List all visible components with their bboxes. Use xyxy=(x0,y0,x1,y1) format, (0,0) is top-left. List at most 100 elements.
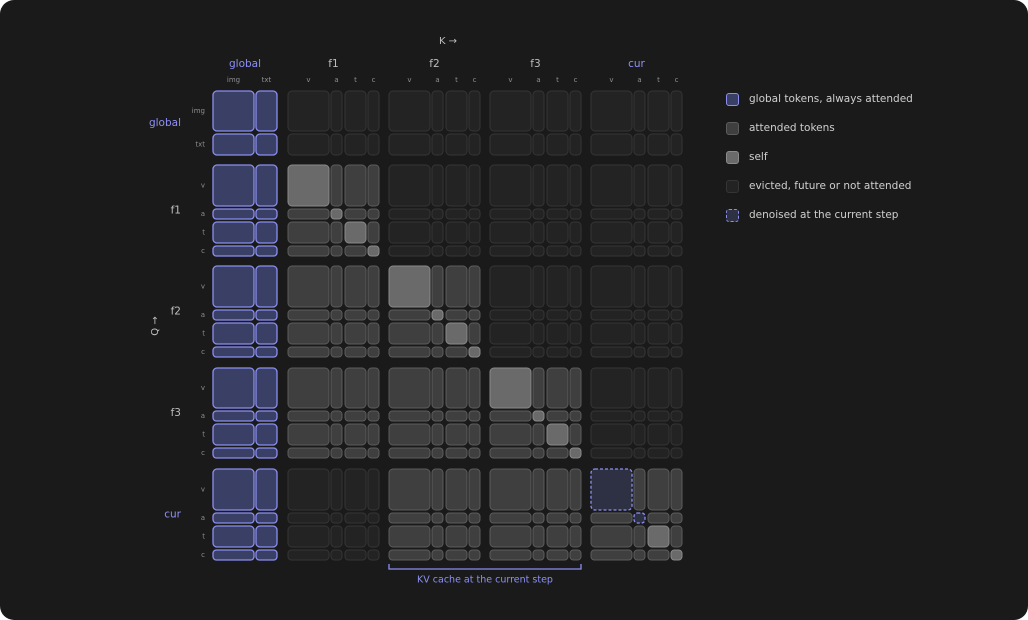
cell-evicted-f2-v-f3-t xyxy=(546,265,569,308)
cell-evicted-cur-t-f1-a xyxy=(330,525,343,548)
row-sub-label-f1-v: v xyxy=(201,182,205,190)
cell-attended-f3-t-f2-c xyxy=(468,423,481,446)
legend-label-attended: attended tokens xyxy=(749,122,835,134)
column-sub-label-f3-a: a xyxy=(536,76,540,84)
cell-evicted-f2-c-cur-v xyxy=(590,346,633,358)
cell-attended-cur-t-f3-t xyxy=(546,525,569,548)
cell-evicted-f1-c-cur-t xyxy=(647,245,670,257)
cell-attended-f3-t-f1-v xyxy=(287,423,330,446)
cell-evicted-f3-t-cur-c xyxy=(670,423,683,446)
cell-attended-cur-c-f2-t xyxy=(445,549,468,561)
cell-attended-f2-a-f1-v xyxy=(287,309,330,321)
cell-global-f3-c-global-txt xyxy=(255,447,278,459)
cell-evicted-global-txt-cur-c xyxy=(670,133,683,156)
cell-self-cur-c-cur-c xyxy=(670,549,683,561)
cell-global-f2-a-global-txt xyxy=(255,309,278,321)
cell-evicted-global-img-f3-c xyxy=(569,90,582,132)
cell-attended-cur-c-f3-a xyxy=(532,549,545,561)
cell-evicted-global-txt-cur-v xyxy=(590,133,633,156)
cell-evicted-f3-a-cur-t xyxy=(647,410,670,422)
cell-evicted-f1-v-f2-c xyxy=(468,164,481,207)
cell-attended-f1-t-f1-v xyxy=(287,221,330,244)
cell-evicted-cur-v-f1-v xyxy=(287,468,330,511)
cell-evicted-global-txt-f3-t xyxy=(546,133,569,156)
cell-evicted-cur-c-f1-v xyxy=(287,549,330,561)
cell-attended-cur-v-f2-c xyxy=(468,468,481,511)
column-group-label-f2: f2 xyxy=(429,58,439,70)
cell-evicted-global-txt-f1-a xyxy=(330,133,343,156)
cell-evicted-f3-t-cur-a xyxy=(633,423,646,446)
legend-item-global: global tokens, always attended xyxy=(726,91,913,107)
cell-evicted-f1-a-f3-t xyxy=(546,208,569,220)
cell-evicted-f1-c-cur-a xyxy=(633,245,646,257)
cell-evicted-f2-a-cur-a xyxy=(633,309,646,321)
cell-attended-f3-c-f3-t xyxy=(546,447,569,459)
cell-evicted-f3-v-cur-v xyxy=(590,367,633,409)
cell-attended-f3-c-f1-v xyxy=(287,447,330,459)
cell-attended-cur-c-f2-v xyxy=(388,549,431,561)
cell-global-cur-v-global-txt xyxy=(255,468,278,511)
cell-attended-f2-c-f2-a xyxy=(431,346,444,358)
cell-attended-cur-a-f2-c xyxy=(468,512,481,524)
query-axis-label: Q → xyxy=(150,316,161,335)
cell-attended-f2-a-f2-t xyxy=(445,309,468,321)
row-sub-label-cur-v: v xyxy=(201,486,205,494)
cell-evicted-cur-v-f1-a xyxy=(330,468,343,511)
legend-item-self: self xyxy=(726,149,768,165)
cell-evicted-f2-a-cur-v xyxy=(590,309,633,321)
cell-evicted-f1-t-f3-a xyxy=(532,221,545,244)
cell-attended-f2-t-f1-c xyxy=(367,322,380,345)
cell-global-f3-a-global-txt xyxy=(255,410,278,422)
cell-evicted-global-txt-f1-v xyxy=(287,133,330,156)
cell-evicted-f3-a-cur-c xyxy=(670,410,683,422)
cell-attended-f2-a-f1-c xyxy=(367,309,380,321)
cell-evicted-global-img-f1-t xyxy=(344,90,367,132)
cell-attended-cur-t-f3-a xyxy=(532,525,545,548)
cell-evicted-cur-a-f1-t xyxy=(344,512,367,524)
cell-attended-f1-v-f1-t xyxy=(344,164,367,207)
cell-evicted-f2-v-cur-v xyxy=(590,265,633,308)
cell-attended-cur-a-f3-c xyxy=(569,512,582,524)
cell-attended-f1-t-f1-a xyxy=(330,221,343,244)
cell-attended-f2-v-f1-a xyxy=(330,265,343,308)
cell-evicted-f1-a-cur-c xyxy=(670,208,683,220)
cell-evicted-global-img-f1-v xyxy=(287,90,330,132)
cell-evicted-global-img-f1-a xyxy=(330,90,343,132)
cell-evicted-cur-a-f1-a xyxy=(330,512,343,524)
cell-evicted-cur-v-f1-t xyxy=(344,468,367,511)
cell-evicted-f3-c-cur-t xyxy=(647,447,670,459)
cell-global-f1-c-global-img xyxy=(212,245,255,257)
cell-global-cur-t-global-txt xyxy=(255,525,278,548)
cell-self-f1-a-f1-a xyxy=(330,208,343,220)
cell-evicted-f3-a-cur-a xyxy=(633,410,646,422)
cell-attended-cur-t-f3-v xyxy=(489,525,532,548)
cell-evicted-global-img-f2-t xyxy=(445,90,468,132)
legend-item-denoised: denoised at the current step xyxy=(726,207,898,223)
cell-global-f3-t-global-txt xyxy=(255,423,278,446)
cell-evicted-f1-a-f2-t xyxy=(445,208,468,220)
row-sub-label-global-img: img xyxy=(192,107,205,115)
cell-attended-f3-v-f1-c xyxy=(367,367,380,409)
cell-global-global-txt-global-txt xyxy=(255,133,278,156)
cell-attended-f2-v-f1-v xyxy=(287,265,330,308)
cell-evicted-f1-v-f3-c xyxy=(569,164,582,207)
cell-evicted-f1-c-cur-c xyxy=(670,245,683,257)
row-sub-label-f2-t: t xyxy=(202,330,205,338)
cell-attended-cur-v-f2-v xyxy=(388,468,431,511)
cell-global-f2-t-global-txt xyxy=(255,322,278,345)
cell-global-f3-v-global-txt xyxy=(255,367,278,409)
cell-evicted-f2-t-f3-t xyxy=(546,322,569,345)
cell-global-global-img-global-img xyxy=(212,90,255,132)
cell-attended-f1-c-f1-v xyxy=(287,245,330,257)
row-sub-label-cur-a: a xyxy=(201,514,205,522)
cell-attended-cur-a-cur-c xyxy=(670,512,683,524)
cell-evicted-f2-a-f3-v xyxy=(489,309,532,321)
cell-evicted-global-img-f2-c xyxy=(468,90,481,132)
cell-attended-f3-c-f1-a xyxy=(330,447,343,459)
cell-attended-f3-v-f2-v xyxy=(388,367,431,409)
legend-label-denoised: denoised at the current step xyxy=(749,209,899,221)
cell-evicted-f1-c-f3-v xyxy=(489,245,532,257)
cell-evicted-global-img-f2-v xyxy=(388,90,431,132)
cell-attended-f3-t-f2-t xyxy=(445,423,468,446)
cell-evicted-global-img-f3-a xyxy=(532,90,545,132)
